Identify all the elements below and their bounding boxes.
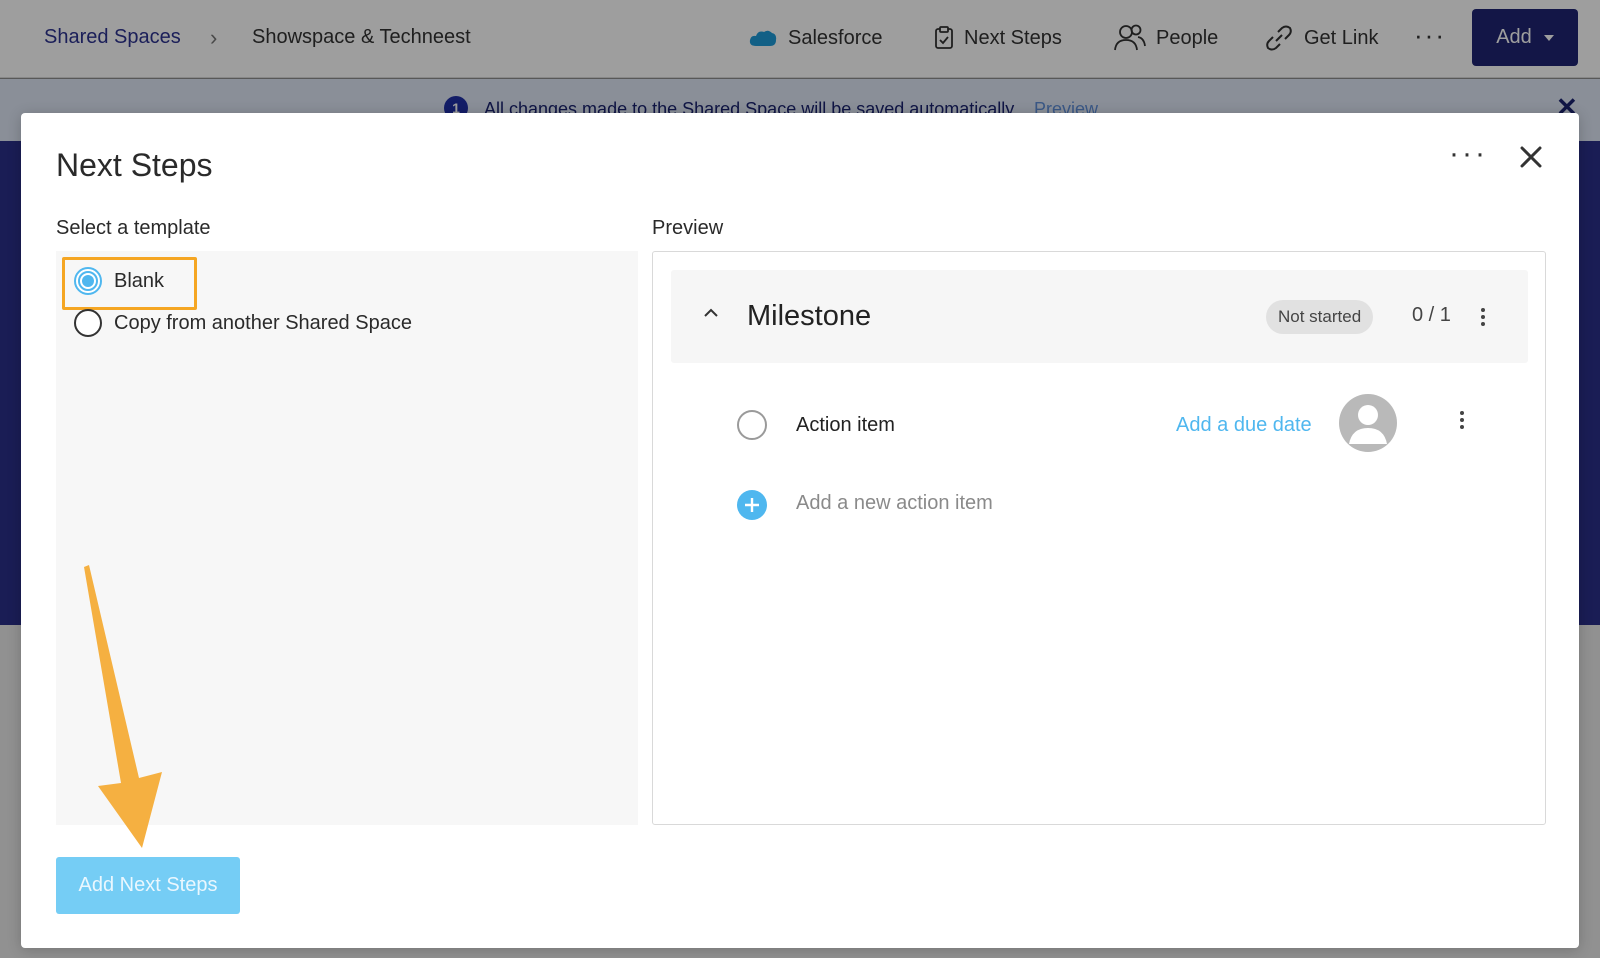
arrow-annotation — [84, 565, 162, 848]
